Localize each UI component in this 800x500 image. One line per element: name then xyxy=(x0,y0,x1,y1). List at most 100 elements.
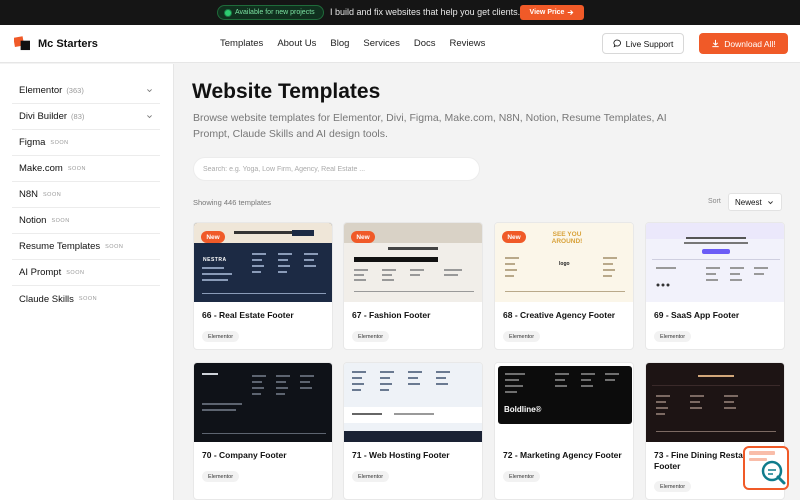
chevron-down-icon xyxy=(767,200,773,204)
sidebar-item-label: Resume Templates xyxy=(19,241,101,252)
card-title: 66 - Real Estate Footer xyxy=(202,310,294,320)
view-price-button[interactable]: View Price xyxy=(520,5,584,20)
soon-badge: SOON xyxy=(66,269,85,276)
announcement-bar: Available for new projects I build and f… xyxy=(0,0,800,25)
nav-about-us[interactable]: About Us xyxy=(277,38,316,49)
card-title: 69 - SaaS App Footer xyxy=(654,310,740,320)
template-card[interactable]: 70 - Company Footer Elementor xyxy=(193,362,333,500)
soon-badge: SOON xyxy=(43,191,62,198)
new-badge: New xyxy=(351,231,375,243)
card-title: 67 - Fashion Footer xyxy=(352,310,431,320)
view-price-label: View Price xyxy=(529,9,565,16)
card-title: 70 - Company Footer xyxy=(202,450,287,460)
builder-tag: Elementor xyxy=(654,481,692,492)
footer-preview-image xyxy=(202,373,326,434)
template-thumbnail xyxy=(344,363,482,442)
template-thumbnail: Boldline® xyxy=(495,363,633,442)
availability-text: Available for new projects xyxy=(235,9,315,16)
chat-search-icon xyxy=(749,451,786,485)
template-card[interactable]: New 67 - Fashion Footer Elementor xyxy=(343,222,483,350)
template-card[interactable]: Boldline® 72 - Marketing Agency Footer E… xyxy=(494,362,634,500)
builder-tag: Elementor xyxy=(352,471,390,482)
sidebar-item-n8n[interactable]: N8N SOON xyxy=(12,182,160,208)
main-nav: Templates About Us Blog Services Docs Re… xyxy=(220,38,485,49)
thumbnail-headline: SEE YOU AROUND! xyxy=(551,231,583,245)
nav-docs[interactable]: Docs xyxy=(414,38,436,49)
sidebar-item-claude-skills[interactable]: Claude Skills SOON xyxy=(12,286,160,312)
page-title: Website Templates xyxy=(192,80,381,103)
template-thumbnail xyxy=(646,363,784,442)
sort-select[interactable]: Newest xyxy=(728,193,782,211)
nav-blog[interactable]: Blog xyxy=(330,38,349,49)
sidebar-item-divi-builder[interactable]: Divi Builder (83) xyxy=(12,104,160,130)
site-header: Mc Starters Templates About Us Blog Serv… xyxy=(0,25,800,63)
soon-badge: SOON xyxy=(78,296,98,302)
page-description: Browse website templates for Elementor, … xyxy=(193,112,667,140)
download-all-button[interactable]: Download All! xyxy=(699,33,788,54)
download-all-label: Download All! xyxy=(724,38,776,49)
sidebar-item-ai-prompt[interactable]: AI Prompt SOON xyxy=(12,260,160,286)
sidebar-item-figma[interactable]: Figma SOON xyxy=(12,130,160,156)
sidebar-item-label: Notion xyxy=(19,215,47,226)
footer-preview-image xyxy=(646,223,784,287)
sidebar-item-resume-templates[interactable]: Resume Templates SOON xyxy=(12,234,160,260)
soon-badge: SOON xyxy=(50,139,69,146)
download-icon xyxy=(712,39,719,48)
category-sidebar: Elementor (363) Divi Builder (83) Figma … xyxy=(0,64,174,500)
new-badge: New xyxy=(201,231,225,243)
chevron-down-icon xyxy=(147,115,152,119)
sidebar-item-make[interactable]: Make.com SOON xyxy=(12,156,160,182)
sidebar-item-label: Make.com xyxy=(19,163,63,174)
chat-bubble-icon xyxy=(613,39,621,48)
builder-tag: Elementor xyxy=(503,331,541,342)
announcement-message: I build and fix websites that help you g… xyxy=(330,7,521,17)
card-title: 68 - Creative Agency Footer xyxy=(503,310,616,320)
search-input[interactable] xyxy=(194,158,479,181)
builder-tag: Elementor xyxy=(202,471,240,482)
template-search xyxy=(193,157,480,181)
footer-preview-image xyxy=(344,371,482,442)
sidebar-item-notion[interactable]: Notion SOON xyxy=(12,208,160,234)
arrow-right-icon xyxy=(568,10,574,15)
template-card[interactable]: SEE YOU AROUND! logo New 68 - Creative A… xyxy=(494,222,634,350)
sidebar-item-count: (83) xyxy=(71,112,85,121)
sidebar-item-label: Claude Skills xyxy=(19,293,74,305)
template-card[interactable]: 71 - Web Hosting Footer Elementor xyxy=(343,362,483,500)
sort-value: Newest xyxy=(735,197,762,207)
brand-name: Mc Starters xyxy=(38,37,98,50)
results-count: Showing 446 templates xyxy=(193,198,271,207)
footer-preview-image xyxy=(652,375,780,432)
template-card[interactable]: NESTRA New 66 - Real Estate Footer Eleme… xyxy=(193,222,333,350)
sort-label: Sort xyxy=(708,198,721,205)
chevron-down-icon xyxy=(147,89,152,93)
sidebar-item-elementor[interactable]: Elementor (363) xyxy=(12,78,160,104)
sidebar-item-label: Figma xyxy=(19,137,46,148)
sidebar-item-count: (363) xyxy=(66,86,84,95)
new-badge: New xyxy=(502,231,526,243)
template-card[interactable]: 69 - SaaS App Footer Elementor xyxy=(645,222,785,350)
sidebar-item-label: N8N xyxy=(19,189,39,200)
sidebar-item-label: AI Prompt xyxy=(19,267,62,278)
sidebar-item-label: Divi Builder xyxy=(19,111,68,122)
builder-tag: Elementor xyxy=(654,331,692,342)
sidebar-item-label: Elementor xyxy=(19,85,63,96)
live-support-button[interactable]: Live Support xyxy=(602,33,684,54)
nav-templates[interactable]: Templates xyxy=(220,38,263,49)
card-title: 72 - Marketing Agency Footer xyxy=(503,450,622,460)
builder-tag: Elementor xyxy=(503,471,541,482)
thumbnail-logo-text: logo xyxy=(559,261,570,267)
brand-logo[interactable]: Mc Starters xyxy=(14,36,98,51)
chat-widget-button[interactable] xyxy=(743,446,789,490)
status-dot-icon xyxy=(225,9,231,16)
live-support-label: Live Support xyxy=(625,38,674,49)
soon-badge: SOON xyxy=(67,165,87,172)
soon-badge: SOON xyxy=(51,217,70,224)
builder-tag: Elementor xyxy=(352,331,390,342)
card-title: 71 - Web Hosting Footer xyxy=(352,450,450,460)
brand-mark-icon xyxy=(14,36,30,51)
nav-services[interactable]: Services xyxy=(363,38,399,49)
nav-reviews[interactable]: Reviews xyxy=(450,38,486,49)
builder-tag: Elementor xyxy=(202,331,240,342)
template-thumbnail xyxy=(646,223,784,302)
footer-preview-image xyxy=(498,366,632,424)
